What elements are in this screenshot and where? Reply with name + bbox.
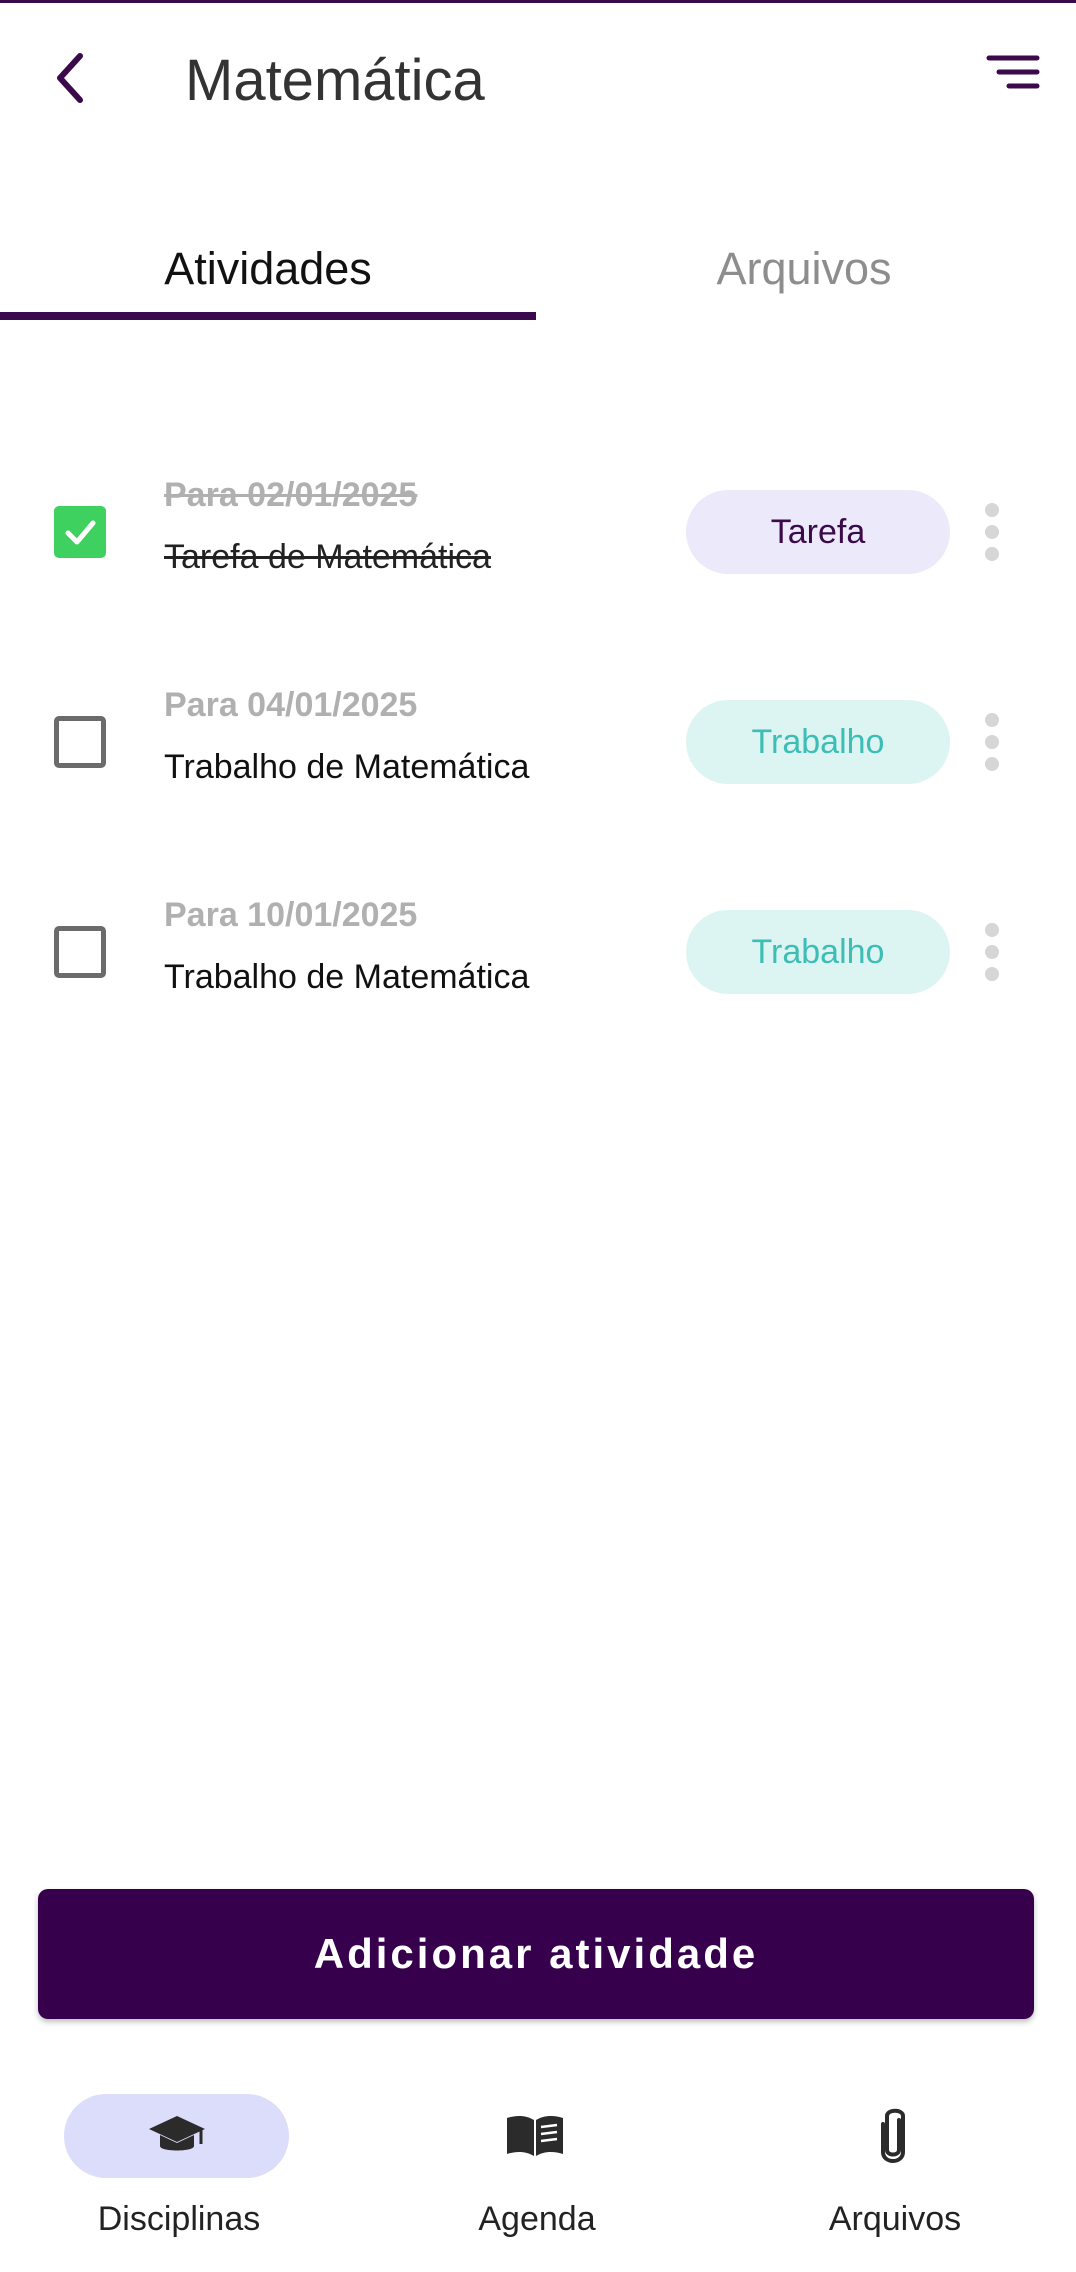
list-item[interactable]: Para 10/01/2025 Trabalho de Matemática T… xyxy=(0,864,1076,1024)
nav-icon-wrap xyxy=(422,2094,647,2178)
nav-item-arquivos[interactable]: Arquivos xyxy=(716,2060,1074,2272)
kebab-dot-icon xyxy=(985,757,999,771)
done-checkbox[interactable] xyxy=(54,506,106,558)
nav-icon-wrap xyxy=(780,2094,1005,2178)
done-checkbox[interactable] xyxy=(54,926,106,978)
kebab-dot-icon xyxy=(985,713,999,727)
nav-label: Disciplinas xyxy=(97,2200,261,2238)
activity-type-badge[interactable]: Trabalho xyxy=(686,910,950,994)
activity-title: Tarefa de Matemática xyxy=(164,538,491,576)
activity-due-date: Para 10/01/2025 xyxy=(164,896,418,934)
activity-due-date: Para 02/01/2025 xyxy=(164,476,418,514)
nav-item-agenda[interactable]: Agenda xyxy=(358,2060,716,2272)
kebab-dot-icon xyxy=(985,503,999,517)
list-item[interactable]: Para 04/01/2025 Trabalho de Matemática T… xyxy=(0,654,1076,814)
activity-title: Trabalho de Matemática xyxy=(164,958,530,996)
sort-menu-button[interactable] xyxy=(985,53,1045,103)
nav-item-disciplinas[interactable]: Disciplinas xyxy=(0,2060,358,2272)
list-item[interactable]: Para 02/01/2025 Tarefa de Matemática Tar… xyxy=(0,444,1076,604)
tab-arquivos[interactable]: Arquivos xyxy=(536,215,1072,323)
activity-type-badge[interactable]: Trabalho xyxy=(686,700,950,784)
page-title: Matemática xyxy=(185,48,485,113)
chevron-left-icon xyxy=(57,53,83,103)
activity-due-date: Para 04/01/2025 xyxy=(164,686,418,724)
kebab-dot-icon xyxy=(985,735,999,749)
done-checkbox[interactable] xyxy=(54,716,106,768)
more-options-button[interactable] xyxy=(972,497,1012,567)
activity-title: Trabalho de Matemática xyxy=(164,748,530,786)
tab-bar: Atividades Arquivos xyxy=(0,215,1076,323)
graduation-cap-icon xyxy=(148,2116,205,2151)
add-activity-button[interactable]: Adicionar atividade xyxy=(38,1889,1034,2019)
tab-atividades[interactable]: Atividades xyxy=(0,215,536,323)
kebab-dot-icon xyxy=(985,967,999,981)
book-open-icon xyxy=(506,2115,563,2156)
more-options-button[interactable] xyxy=(972,707,1012,777)
kebab-dot-icon xyxy=(985,945,999,959)
kebab-dot-icon xyxy=(985,923,999,937)
nav-label: Arquivos xyxy=(828,2200,962,2238)
app-header: Matemática xyxy=(0,3,1076,153)
paperclip-icon xyxy=(880,2108,905,2163)
more-options-button[interactable] xyxy=(972,917,1012,987)
activity-type-badge[interactable]: Tarefa xyxy=(686,490,950,574)
back-button[interactable] xyxy=(40,43,100,113)
active-tab-indicator xyxy=(0,312,536,320)
nav-active-pill xyxy=(64,2094,289,2178)
check-icon xyxy=(65,520,96,545)
kebab-dot-icon xyxy=(985,547,999,561)
nav-label: Agenda xyxy=(478,2200,596,2238)
kebab-dot-icon xyxy=(985,525,999,539)
bottom-navigation: Disciplinas Agenda Arquivos xyxy=(0,2060,1076,2272)
sort-menu-icon xyxy=(986,55,1040,89)
